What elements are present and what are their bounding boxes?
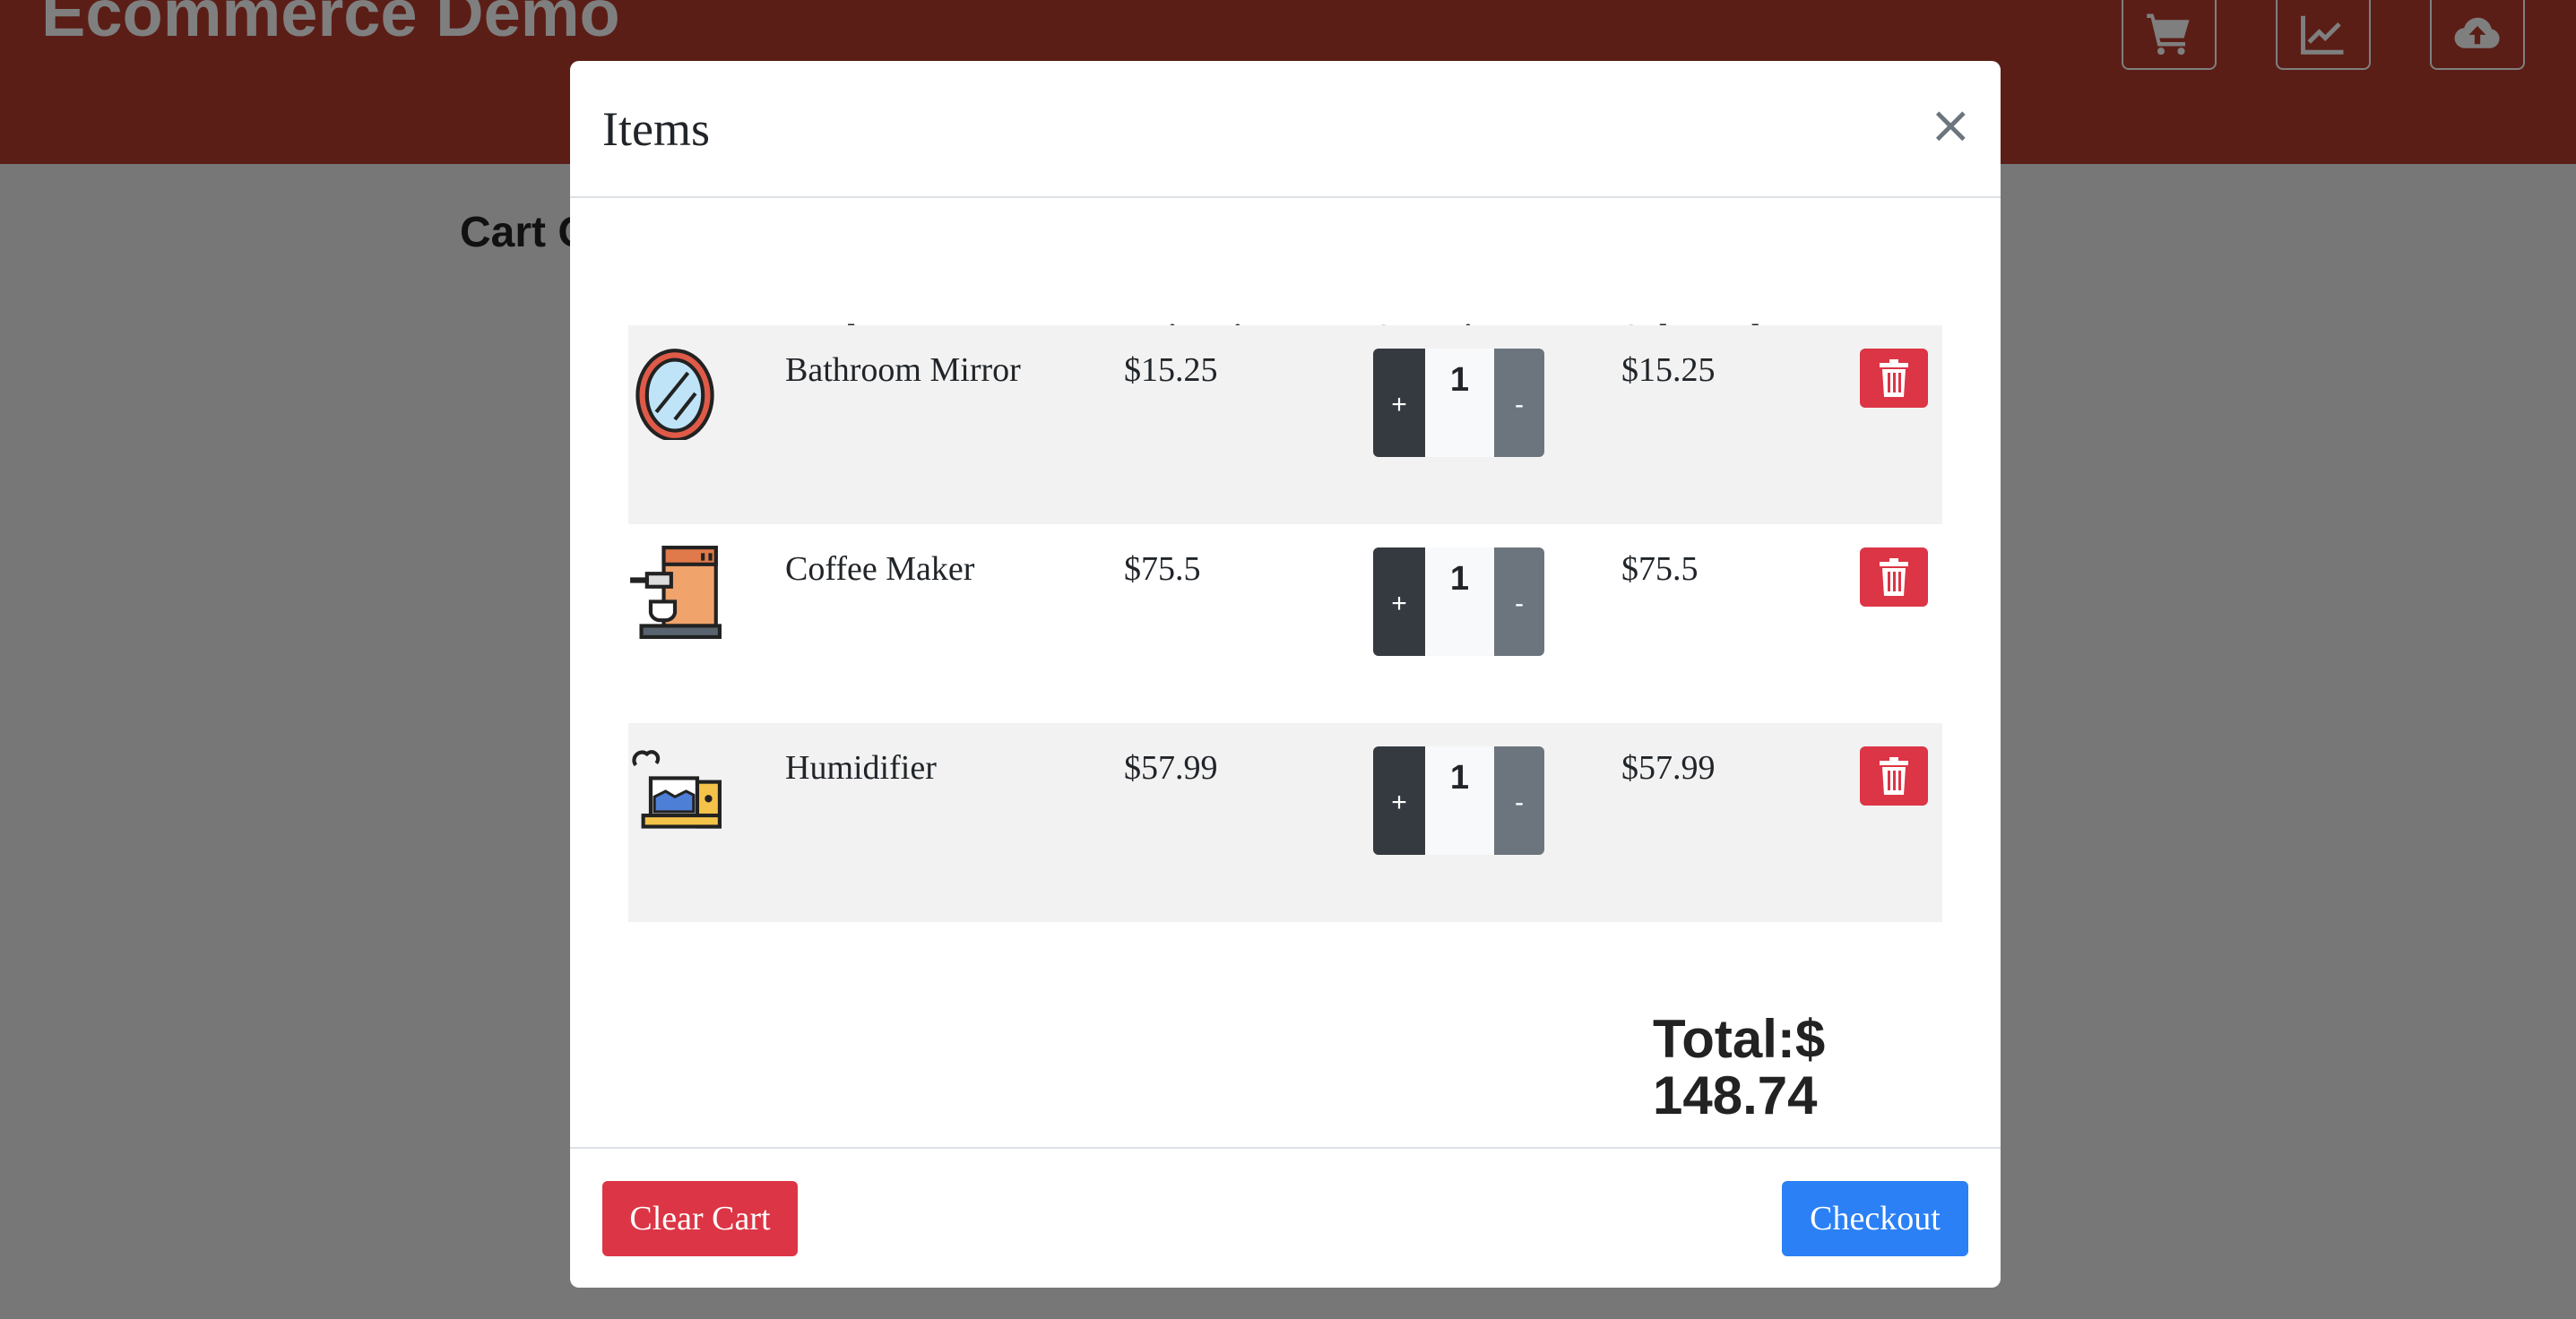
trash-icon	[1880, 359, 1908, 397]
delete-button[interactable]	[1860, 547, 1928, 607]
decrement-button[interactable]: -	[1494, 547, 1544, 656]
product-name: Coffee Maker	[785, 550, 975, 588]
increment-button[interactable]: +	[1373, 349, 1425, 457]
cart-total: Total:$ 148.74	[1653, 1011, 1825, 1124]
trash-icon	[1880, 558, 1908, 596]
total-label: Total:$	[1653, 1009, 1826, 1069]
mirror-icon	[635, 349, 714, 440]
trash-icon	[1880, 757, 1908, 795]
coffee-maker-icon	[630, 546, 722, 639]
modal-footer: Clear Cart Checkout	[570, 1147, 2001, 1288]
quantity-value[interactable]: 1	[1425, 746, 1494, 855]
clear-cart-button[interactable]: Clear Cart	[602, 1181, 798, 1256]
modal-header: Items ×	[570, 61, 2001, 198]
table-row: Coffee Maker $75.5 + 1 - $75.5	[628, 524, 1942, 723]
quantity-value[interactable]: 1	[1425, 547, 1494, 656]
total-value: 148.74	[1653, 1065, 1818, 1125]
modal-title: Items	[602, 102, 710, 156]
unit-price: $57.99	[1124, 749, 1218, 787]
humidifier-icon	[632, 750, 722, 829]
product-name: Bathroom Mirror	[785, 351, 1021, 389]
delete-button[interactable]	[1860, 349, 1928, 408]
subtotal: $57.99	[1621, 749, 1716, 787]
checkout-button[interactable]: Checkout	[1782, 1181, 1968, 1256]
subtotal: $15.25	[1621, 351, 1716, 389]
unit-price: $75.5	[1124, 550, 1201, 588]
quantity-stepper: + 1 -	[1373, 547, 1544, 656]
table-row: Humidifier $57.99 + 1 - $57.99	[628, 723, 1942, 922]
quantity-stepper: + 1 -	[1373, 746, 1544, 855]
unit-price: $15.25	[1124, 351, 1218, 389]
table-row: Bathroom Mirror $15.25 + 1 - $15.25	[628, 325, 1942, 524]
cart-modal: Items × Product Unit Price Quantity Sub …	[570, 61, 2001, 1288]
quantity-value[interactable]: 1	[1425, 349, 1494, 457]
increment-button[interactable]: +	[1373, 746, 1425, 855]
subtotal: $75.5	[1621, 550, 1699, 588]
product-name: Humidifier	[785, 749, 937, 787]
decrement-button[interactable]: -	[1494, 746, 1544, 855]
close-button[interactable]: ×	[1929, 99, 1973, 151]
delete-button[interactable]	[1860, 746, 1928, 806]
increment-button[interactable]: +	[1373, 547, 1425, 656]
decrement-button[interactable]: -	[1494, 349, 1544, 457]
quantity-stepper: + 1 -	[1373, 349, 1544, 457]
